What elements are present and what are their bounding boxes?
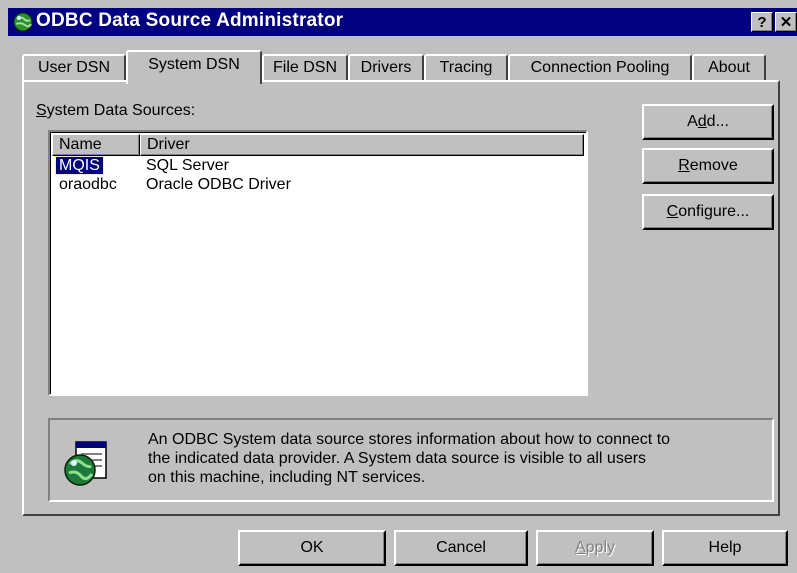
dsn-driver: SQL Server xyxy=(146,157,229,174)
tab-user-dsn[interactable]: User DSN xyxy=(22,54,126,82)
system-dsn-panel: System Data Sources: Name Driver MQIS SQ… xyxy=(22,80,780,516)
tab-tracing[interactable]: Tracing xyxy=(424,54,508,82)
tab-connection-pooling[interactable]: Connection Pooling xyxy=(508,54,692,82)
system-data-sources-label: System Data Sources: xyxy=(36,102,196,119)
dsn-name: oraodbc xyxy=(59,176,117,193)
globe-icon xyxy=(13,12,33,32)
help-title-button[interactable]: ? xyxy=(751,12,773,32)
dsn-driver: Oracle ODBC Driver xyxy=(146,176,291,193)
configure-button[interactable]: Configure... xyxy=(642,194,774,230)
close-button[interactable]: ✕ xyxy=(775,12,797,32)
dsn-name: MQIS xyxy=(55,156,104,175)
tab-drivers[interactable]: Drivers xyxy=(348,54,424,82)
title-bar[interactable]: ODBC Data Source Administrator ? ✕ xyxy=(8,8,797,36)
ok-button[interactable]: OK xyxy=(238,530,386,566)
remove-button[interactable]: Remove xyxy=(642,148,774,184)
window-title: ODBC Data Source Administrator xyxy=(36,10,344,31)
description-box: An ODBC System data source stores inform… xyxy=(48,418,774,502)
apply-button[interactable]: Apply xyxy=(536,530,654,566)
tab-system-dsn[interactable]: System DSN xyxy=(126,50,262,84)
list-item[interactable]: oraodbc xyxy=(59,175,117,195)
cancel-button[interactable]: Cancel xyxy=(394,530,528,566)
tab-file-dsn[interactable]: File DSN xyxy=(262,54,348,82)
list-item[interactable]: MQIS xyxy=(55,156,104,176)
odbc-admin-window: ODBC Data Source Administrator ? ✕ User … xyxy=(0,0,797,573)
column-header-driver[interactable]: Driver xyxy=(140,134,584,156)
odbc-globe-document-icon xyxy=(64,441,107,486)
add-button[interactable]: Add... xyxy=(642,104,774,140)
data-sources-list[interactable]: Name Driver MQIS SQL Server oraodbc Orac… xyxy=(48,130,588,396)
column-header-name[interactable]: Name xyxy=(52,134,140,156)
description-text: An ODBC System data source stores inform… xyxy=(148,431,671,486)
help-button[interactable]: Help xyxy=(662,530,788,566)
tab-about[interactable]: About xyxy=(692,54,766,82)
